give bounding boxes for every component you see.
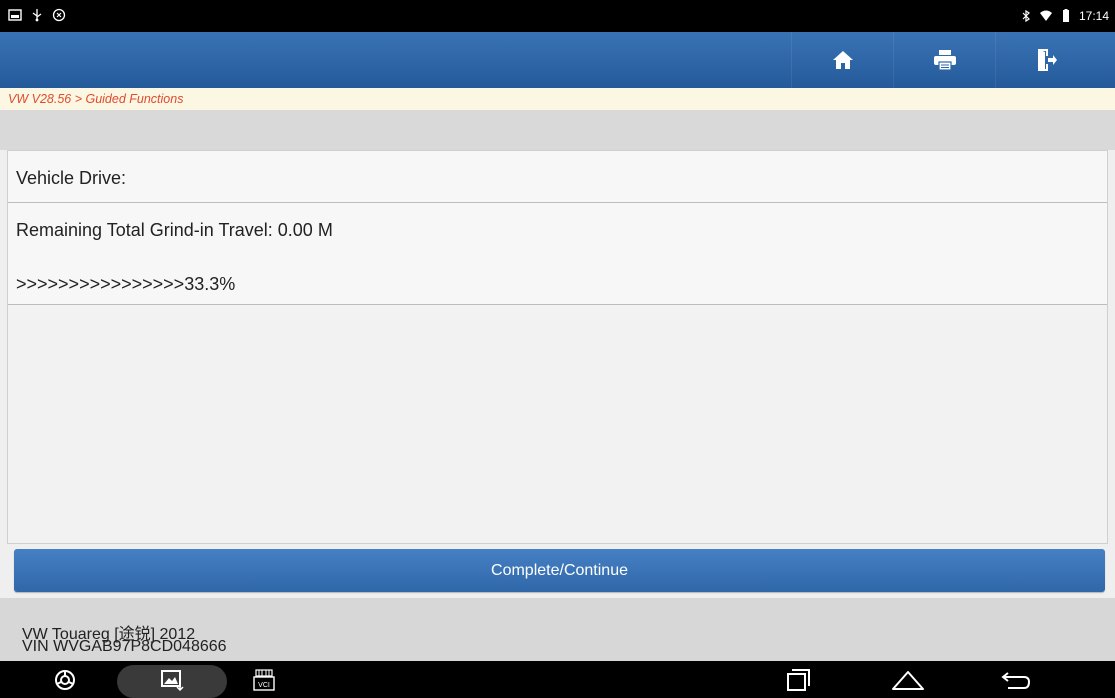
complete-continue-button[interactable]: Complete/Continue xyxy=(14,549,1105,592)
browser-icon xyxy=(55,669,75,690)
content-panel: Vehicle Drive: Remaining Total Grind-in … xyxy=(7,150,1108,544)
vin-number: VIN WVGAB97P8CD048666 xyxy=(22,638,227,655)
breadcrumb: VW V28.56 > Guided Functions xyxy=(0,88,1115,110)
home-nav-button[interactable] xyxy=(886,661,930,698)
grind-in-travel-label: Remaining Total Grind-in Travel: 0.00 M xyxy=(16,220,333,240)
exit-icon xyxy=(1038,49,1057,71)
usb-icon xyxy=(32,9,42,22)
back-button[interactable] xyxy=(994,661,1038,698)
status-time: 17:14 xyxy=(1078,9,1109,23)
gallery-icon xyxy=(8,9,22,21)
bluetooth-icon xyxy=(1022,9,1030,23)
browser-button[interactable] xyxy=(40,661,90,698)
screenshot-button[interactable] xyxy=(147,661,197,698)
vehicle-drive-label: Vehicle Drive: xyxy=(16,168,127,188)
list-item: Vehicle Drive: xyxy=(8,151,1107,203)
vci-icon: VCI xyxy=(253,668,275,691)
app-toolbar xyxy=(0,32,1115,88)
home-icon xyxy=(833,51,853,69)
recent-apps-button[interactable] xyxy=(778,661,818,698)
home-button[interactable] xyxy=(791,32,894,88)
battery-icon xyxy=(1062,9,1069,22)
list-item: Remaining Total Grind-in Travel: 0.00 M … xyxy=(8,203,1107,305)
progress-text: >>>>>>>>>>>>>>>>33.3% xyxy=(16,274,236,294)
print-button[interactable] xyxy=(893,32,996,88)
vci-button[interactable]: VCI xyxy=(244,661,284,698)
status-left-icons xyxy=(8,8,66,22)
vci-label: VCI xyxy=(258,682,270,689)
wifi-icon xyxy=(1039,10,1052,21)
vehicle-info-footer: VW Touareg [途锐] 2012 VIN WVGAB97P8CD0486… xyxy=(0,598,1115,661)
back-icon xyxy=(1001,671,1031,689)
system-nav-bar: VCI xyxy=(0,661,1115,698)
recent-apps-icon xyxy=(787,668,810,691)
exit-button[interactable] xyxy=(995,32,1098,88)
vpn-icon xyxy=(52,8,66,22)
sub-header xyxy=(0,110,1115,150)
home-nav-icon xyxy=(892,670,924,690)
print-icon xyxy=(934,50,956,71)
screenshot-icon xyxy=(161,669,184,691)
status-bar: 17:14 xyxy=(0,0,1115,32)
status-right-icons: 17:14 xyxy=(1019,9,1109,23)
